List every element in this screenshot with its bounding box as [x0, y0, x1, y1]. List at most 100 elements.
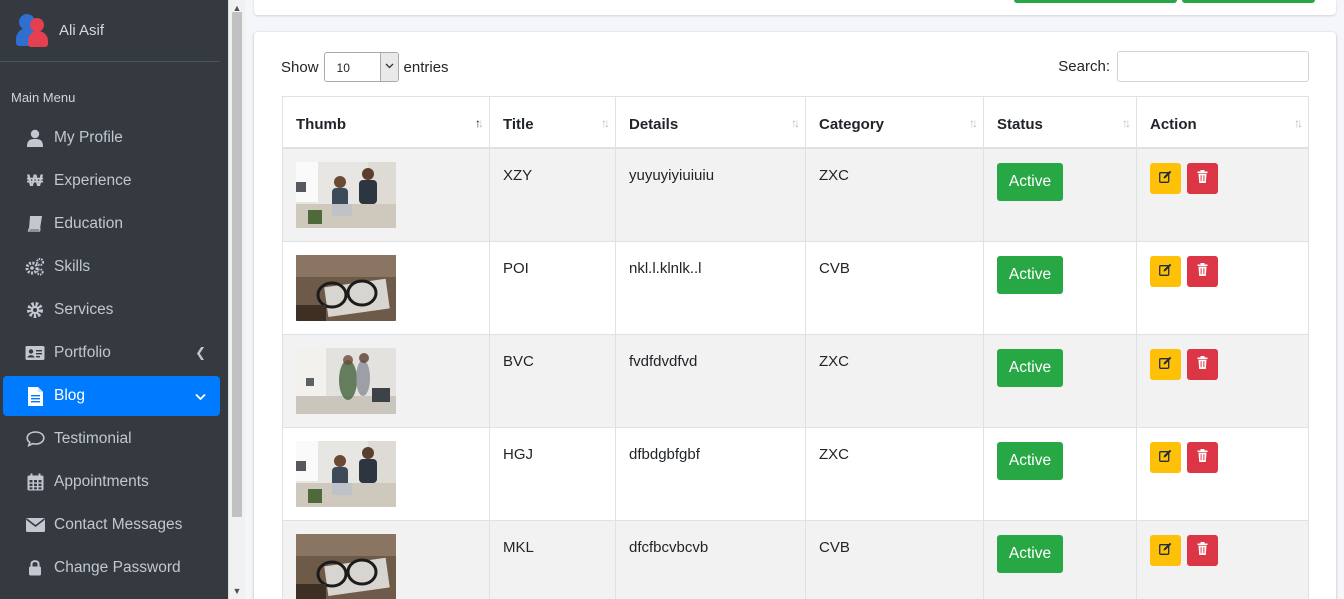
sidebar-item-portfolio[interactable]: Portfolio ❮	[3, 331, 220, 374]
thumbnail-image	[296, 162, 396, 228]
sidebar-item-education[interactable]: Education	[3, 202, 220, 245]
title-cell: MKL	[490, 521, 616, 599]
status-button[interactable]: Active	[997, 163, 1063, 201]
action-cell	[1137, 428, 1308, 521]
delete-button[interactable]	[1187, 442, 1218, 473]
column-header-status[interactable]: Status ↑↓	[984, 97, 1137, 149]
edit-button[interactable]	[1150, 256, 1181, 287]
column-header-details[interactable]: Details ↑↓	[616, 97, 806, 149]
edit-button[interactable]	[1150, 442, 1181, 473]
user-name[interactable]: Ali Asif	[59, 22, 104, 39]
edit-button[interactable]	[1150, 163, 1181, 194]
chevron-down-icon	[195, 389, 206, 404]
sidebar-item-label: Blog	[54, 387, 86, 404]
thumb-cell	[283, 242, 490, 335]
title-cell: BVC	[490, 335, 616, 428]
trash-icon	[1197, 542, 1208, 555]
column-header-thumb[interactable]: Thumb ↑↓	[283, 97, 490, 149]
sidebar-item-label: Education	[54, 214, 123, 232]
chevron-down-icon	[379, 53, 398, 81]
scrollbar-thumb[interactable]	[232, 12, 242, 517]
sidebar-item-blog[interactable]: Blog	[3, 376, 220, 416]
details-cell: yuyuyiyiuiuiu	[616, 149, 806, 242]
sidebar-item-experience[interactable]: ₩ Experience	[3, 159, 220, 202]
id-card-icon	[25, 343, 45, 363]
table-row: MKL dfcfbcvbcvb CVB Active	[283, 521, 1308, 599]
action-cell	[1137, 242, 1308, 335]
sidebar-item-label: Services	[54, 300, 114, 318]
entries-select-value: 10	[336, 61, 350, 75]
details-cell: dfcfbcvbcvb	[616, 521, 806, 599]
delete-button[interactable]	[1187, 349, 1218, 380]
sort-icon: ↑↓	[1294, 116, 1303, 130]
action-cell	[1137, 149, 1308, 242]
trash-icon	[1197, 170, 1208, 183]
edit-icon	[1159, 542, 1172, 555]
sidebar-item-contact-messages[interactable]: Contact Messages	[3, 503, 220, 546]
user-icon	[25, 128, 45, 148]
sort-icon: ↑↓	[791, 116, 800, 130]
scroll-down-arrow-icon[interactable]: ▼	[229, 583, 245, 599]
sidebar-item-testimonial[interactable]: Testimonial	[3, 417, 220, 460]
blog-table-card: Show 10 entries Search: Thumb ↑↓ Title ↑↓ …	[254, 32, 1336, 599]
delete-button[interactable]	[1187, 256, 1218, 287]
thumb-cell	[283, 149, 490, 242]
cog-icon	[25, 300, 45, 320]
sidebar-item-skills[interactable]: Skills	[3, 245, 220, 288]
sidebar-item-my-profile[interactable]: My Profile	[3, 116, 220, 159]
edit-icon	[1159, 356, 1172, 369]
sidebar-item-services[interactable]: Services	[3, 288, 220, 331]
details-cell: fvdfdvdfvd	[616, 335, 806, 428]
column-header-title[interactable]: Title ↑↓	[490, 97, 616, 149]
sort-icon: ↑↓	[601, 116, 610, 130]
status-button[interactable]: Active	[997, 442, 1063, 480]
sidebar-item-appointments[interactable]: Appointments	[3, 460, 220, 503]
blog-table: Thumb ↑↓ Title ↑↓ Details ↑↓ Category ↑↓ Sta…	[282, 96, 1309, 599]
thumb-cell	[283, 521, 490, 599]
table-header-row: Thumb ↑↓ Title ↑↓ Details ↑↓ Category ↑↓ Sta…	[283, 97, 1308, 149]
delete-button[interactable]	[1187, 163, 1218, 194]
edit-button[interactable]	[1150, 535, 1181, 566]
sidebar-item-label: Skills	[54, 257, 91, 275]
category-cell: ZXC	[806, 335, 984, 428]
trash-icon	[1197, 449, 1208, 462]
status-cell: Active	[984, 521, 1137, 599]
calendar-icon	[25, 472, 45, 492]
edit-icon	[1159, 263, 1172, 276]
sidebar-item-label: Portfolio	[54, 343, 111, 361]
user-panel[interactable]: Ali Asif	[0, 0, 220, 62]
search-input[interactable]	[1117, 51, 1309, 82]
edit-button[interactable]	[1150, 349, 1181, 380]
sidebar-item-change-password[interactable]: Change Password	[3, 546, 220, 589]
status-button[interactable]: Active	[997, 256, 1063, 294]
status-button[interactable]: Active	[997, 349, 1063, 387]
edit-icon	[1159, 449, 1172, 462]
delete-button[interactable]	[1187, 535, 1218, 566]
table-row: XZY yuyuyiyiuiuiu ZXC Active	[283, 149, 1308, 242]
sidebar-scrollbar[interactable]: ▲ ▼	[228, 0, 245, 599]
column-header-category[interactable]: Category ↑↓	[806, 97, 984, 149]
envelope-icon	[25, 515, 45, 535]
category-cell: ZXC	[806, 428, 984, 521]
title-cell: HGJ	[490, 428, 616, 521]
status-cell: Active	[984, 428, 1137, 521]
sidebar-item-label: Experience	[54, 171, 132, 189]
sidebar-item-label: My Profile	[54, 128, 123, 146]
sidebar-item-label: Testimonial	[54, 429, 132, 447]
top-card	[254, 0, 1336, 15]
won-icon: ₩	[26, 170, 44, 190]
details-cell: nkl.l.klnlk..l	[616, 242, 806, 335]
thumb-cell	[283, 428, 490, 521]
top-green-button-1[interactable]	[1014, 0, 1177, 3]
show-label: Show	[281, 58, 319, 76]
comment-icon	[25, 429, 45, 449]
thumbnail-image	[296, 534, 396, 599]
book-icon	[25, 214, 45, 234]
entries-select[interactable]: 10	[323, 52, 399, 82]
status-button[interactable]: Active	[997, 535, 1063, 573]
column-header-action[interactable]: Action ↑↓	[1137, 97, 1308, 149]
title-cell: POI	[490, 242, 616, 335]
top-green-button-2[interactable]	[1182, 0, 1315, 3]
sidebar-item-label: Change Password	[54, 558, 181, 576]
title-cell: XZY	[490, 149, 616, 242]
